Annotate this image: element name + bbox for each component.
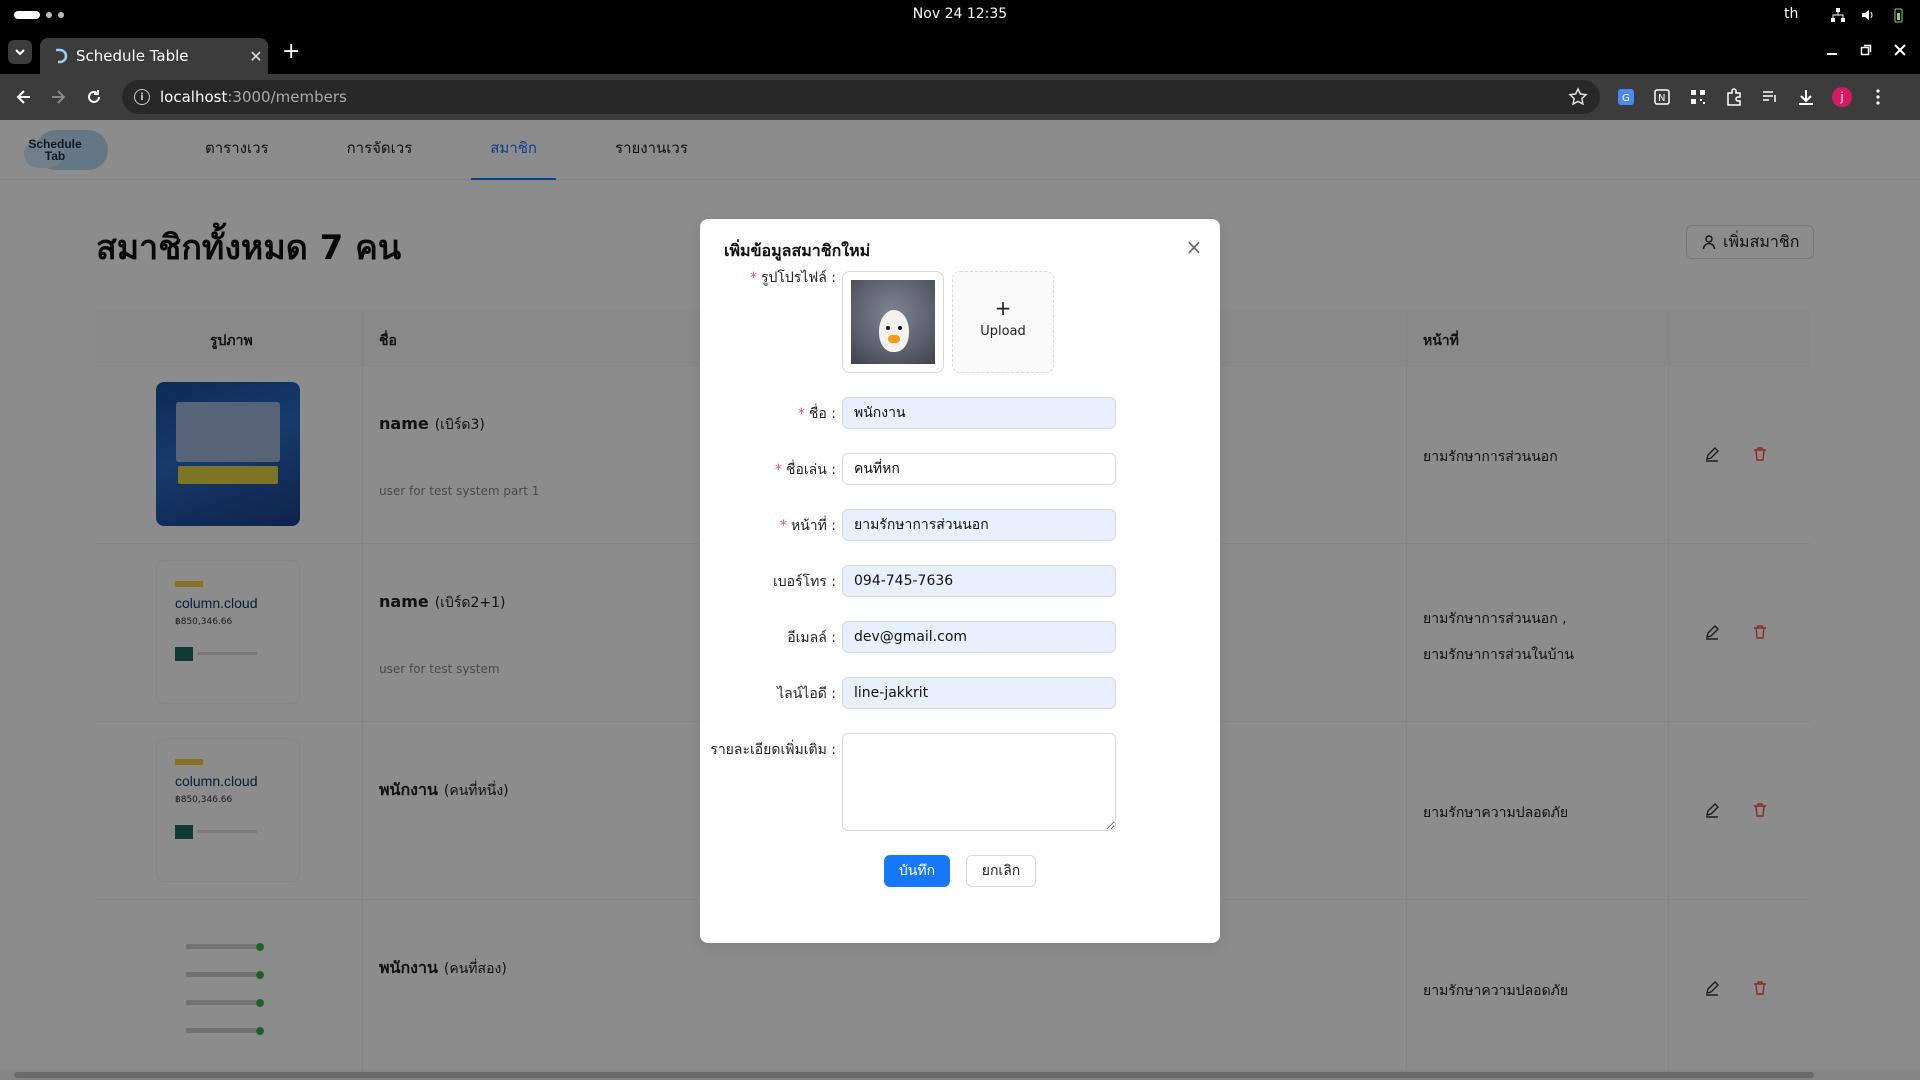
network-icon [1831, 8, 1845, 22]
close-icon[interactable]: × [1184, 237, 1204, 257]
site-info-icon[interactable]: i [134, 89, 150, 105]
favicon-icon [56, 48, 68, 64]
tab-search-button[interactable] [8, 40, 32, 64]
os-top-bar: Nov 24 12:35 th [0, 0, 1920, 30]
browser-tab[interactable]: Schedule Table ✕ [40, 38, 268, 74]
os-clock[interactable]: Nov 24 12:35 [0, 6, 1920, 22]
extension-toolbar: G N j [1616, 87, 1888, 107]
back-icon[interactable] [14, 87, 34, 107]
extensions-icon[interactable] [1724, 87, 1744, 107]
add-member-modal: เพิ่มข้อมูลสมาชิกใหม่ × * รูปโปรไฟล์ : + … [700, 219, 1220, 943]
reload-icon[interactable] [84, 87, 104, 107]
details-label: รายละเอียดเพิ่มเติม : [710, 742, 836, 758]
nickname-field[interactable]: คนที่หก [842, 453, 1116, 485]
close-window-icon[interactable] [1894, 44, 1906, 56]
url-host: localhost [160, 88, 228, 106]
nickname-label: * ชื่อเล่น : [774, 462, 836, 478]
upload-label: Upload [980, 324, 1026, 339]
notion-icon[interactable]: N [1652, 87, 1672, 107]
avatar-preview[interactable] [842, 271, 944, 373]
avatar-image [851, 280, 935, 364]
upload-button[interactable]: + Upload [952, 271, 1054, 373]
new-tab-button[interactable]: + [282, 41, 300, 63]
address-bar[interactable]: i localhost:3000/members [122, 80, 1600, 114]
role-label: * หน้าที่ : [779, 518, 836, 534]
save-button[interactable]: บันทึก [884, 855, 950, 887]
battery-icon [1894, 8, 1903, 23]
cancel-button[interactable]: ยกเลิก [966, 855, 1036, 887]
browser-toolbar: i localhost:3000/members G N j [0, 74, 1920, 120]
minimize-icon[interactable] [1826, 44, 1838, 56]
input-language[interactable]: th [1784, 6, 1798, 22]
download-icon[interactable] [1796, 87, 1816, 107]
svg-text:G: G [1622, 93, 1630, 104]
system-tray[interactable] [1830, 7, 1906, 23]
role-field[interactable]: ยามรักษาการส่วนนอก [842, 509, 1116, 541]
email-field[interactable]: dev@gmail.com [842, 621, 1116, 653]
tab-close-icon[interactable]: ✕ [244, 47, 268, 66]
modal-title: เพิ่มข้อมูลสมาชิกใหม่ [724, 241, 871, 260]
chevron-down-icon [15, 49, 25, 56]
media-controls-icon[interactable] [1760, 87, 1780, 107]
star-icon[interactable] [1568, 87, 1588, 107]
translate-icon[interactable]: G [1616, 87, 1636, 107]
qr-code-icon[interactable] [1688, 87, 1708, 107]
profile-avatar[interactable]: j [1832, 87, 1852, 107]
browser-tab-strip: Schedule Table ✕ + [0, 30, 1920, 74]
maximize-icon[interactable] [1860, 44, 1872, 56]
svg-text:N: N [1658, 93, 1665, 104]
phone-field[interactable]: 094-745-7636 [842, 565, 1116, 597]
name-label: * ชื่อ : [797, 406, 836, 422]
window-controls [1826, 44, 1906, 56]
forward-icon[interactable] [48, 87, 68, 107]
plus-icon: + [994, 296, 1012, 320]
email-label: อีเมลล์ : [787, 630, 836, 646]
url-path: :3000/members [227, 88, 347, 106]
phone-label: เบอร์โทร : [772, 574, 836, 590]
line-id-field[interactable]: line-jakkrit [842, 677, 1116, 709]
tab-title: Schedule Table [76, 47, 189, 65]
name-field[interactable]: พนักงาน [842, 397, 1116, 429]
volume-icon [1862, 10, 1873, 20]
avatar-label: * รูปโปรไฟล์ : [749, 270, 836, 286]
browser-menu-icon[interactable] [1868, 87, 1888, 107]
details-textarea[interactable] [842, 733, 1116, 831]
line-id-label: ไลน์ไอดี : [777, 686, 836, 702]
